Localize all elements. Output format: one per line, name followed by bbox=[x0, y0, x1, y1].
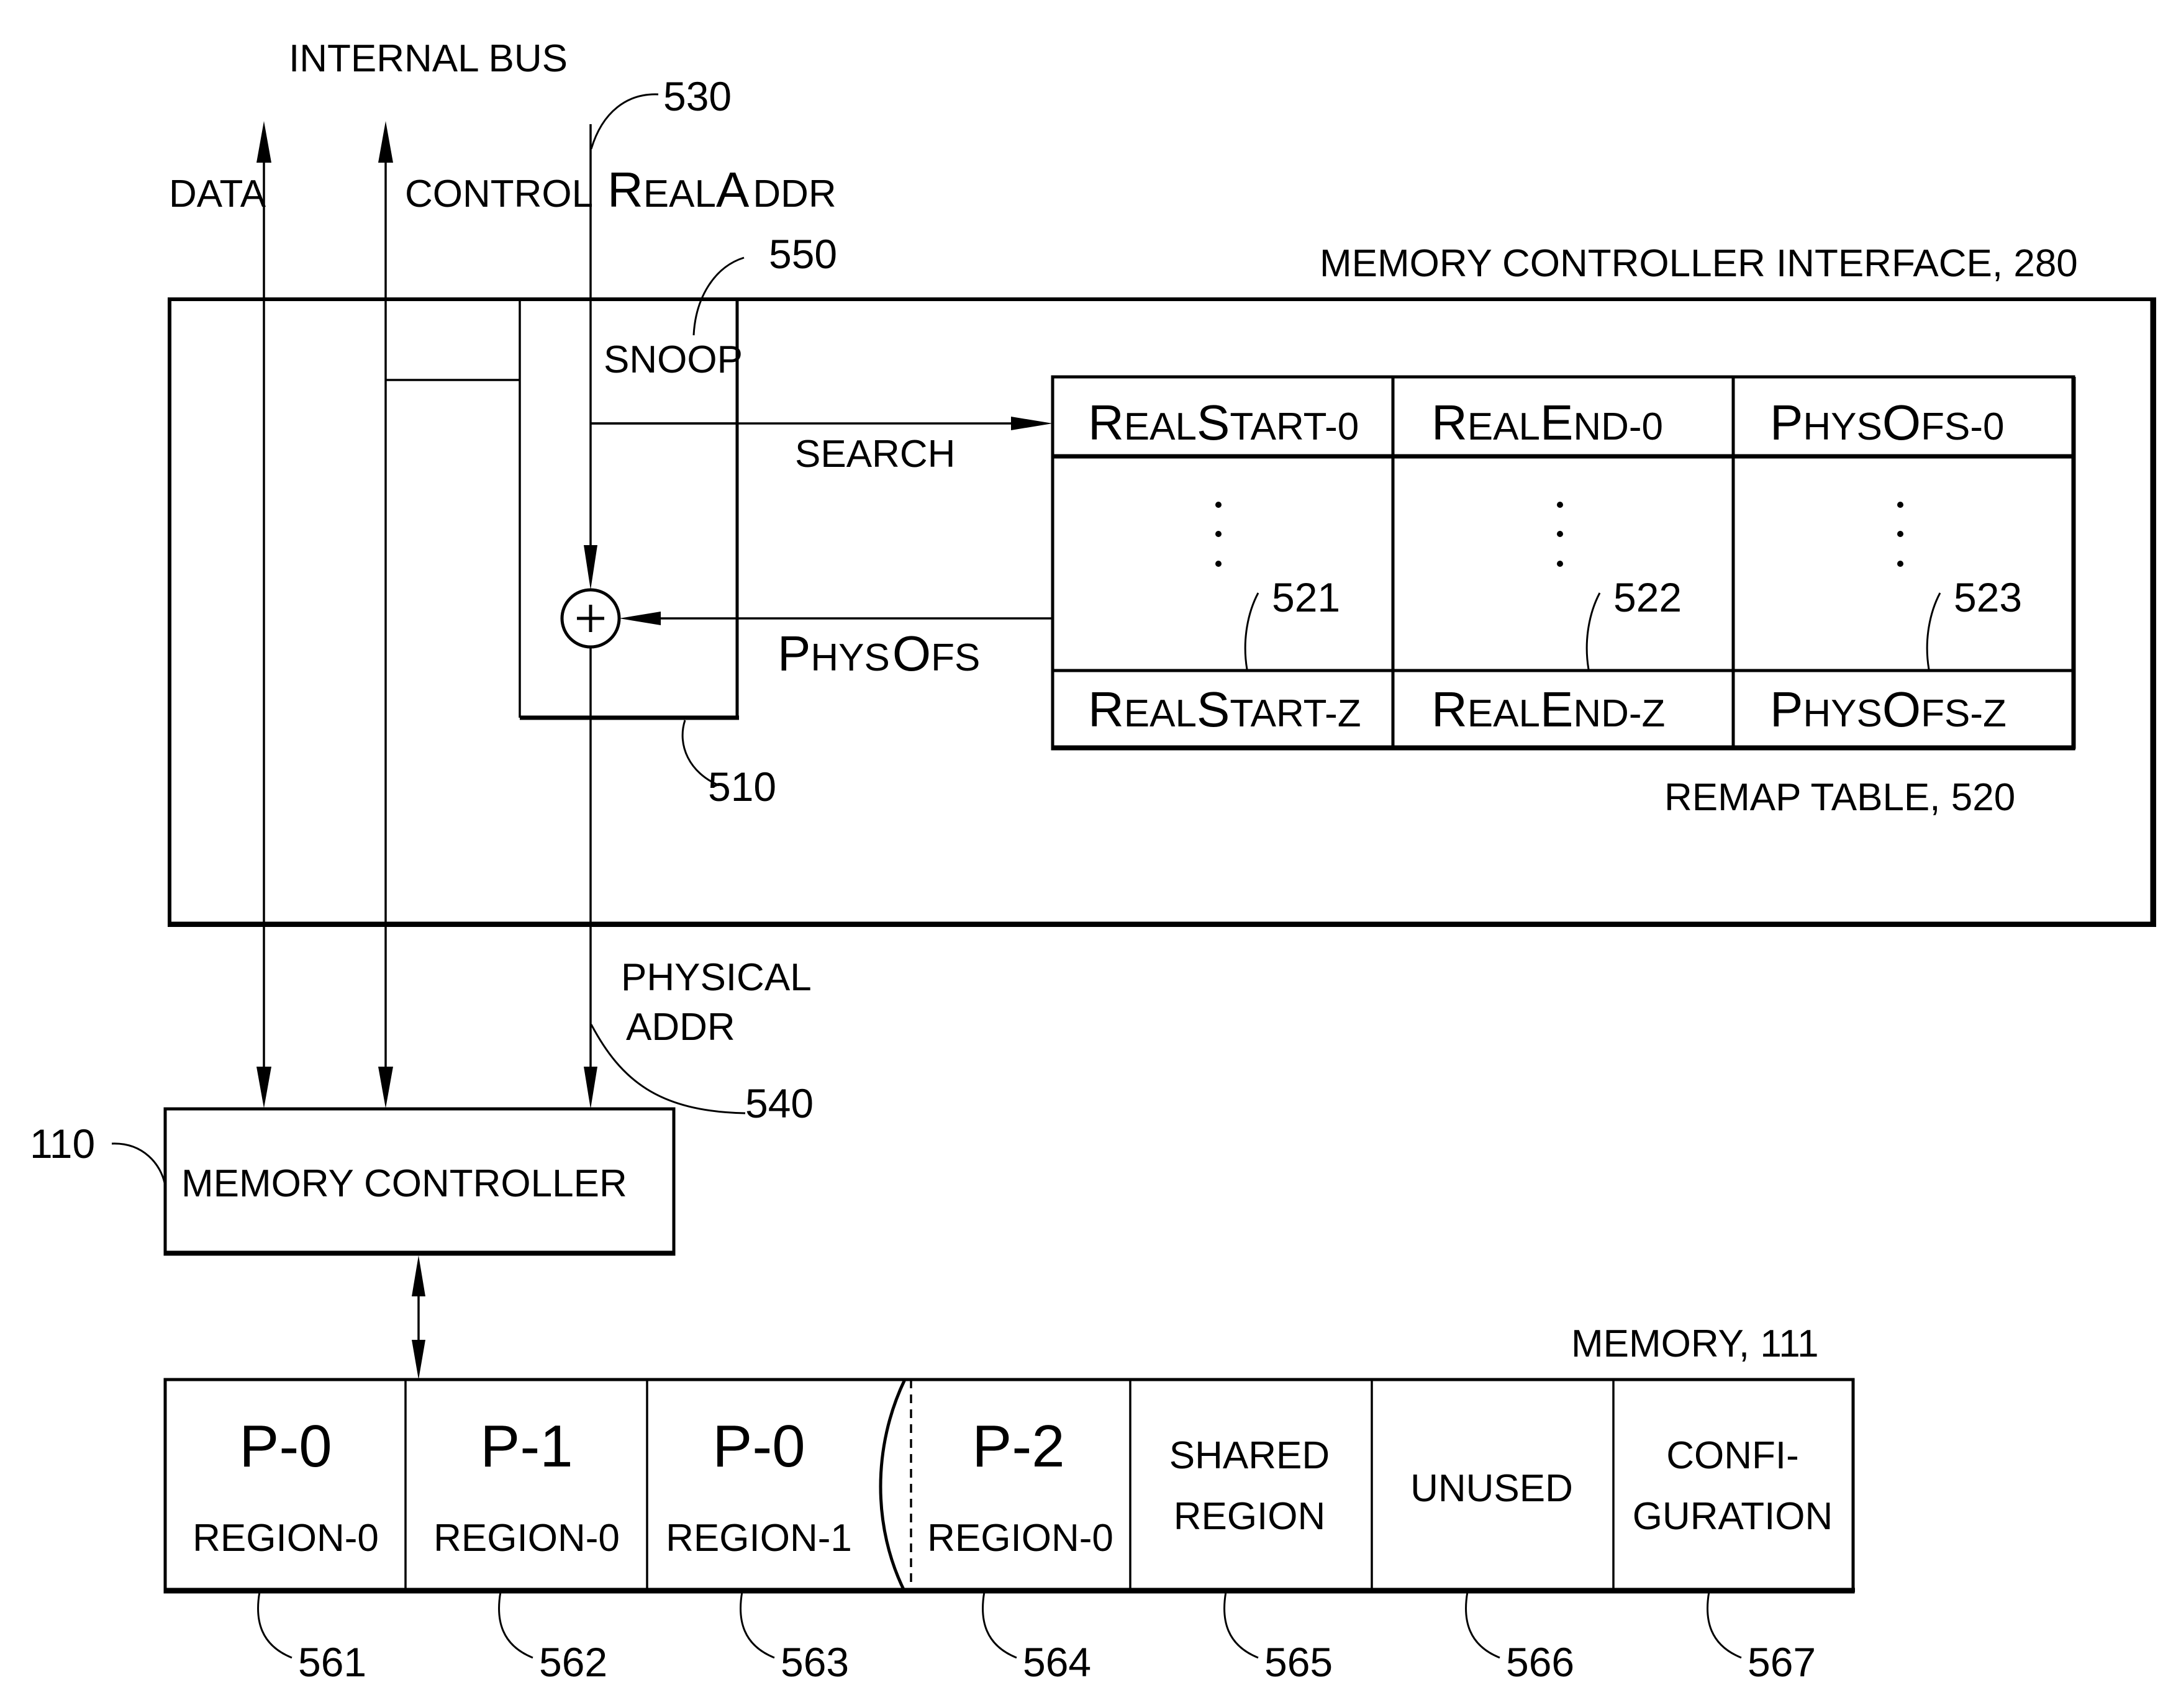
svg-text:P-0: P-0 bbox=[239, 1413, 332, 1480]
table-cell-realstart-0: REALSTART-0 bbox=[1088, 395, 1359, 450]
memory-region-565: SHARED REGION bbox=[1169, 1434, 1330, 1538]
arrow-down-icon bbox=[584, 545, 597, 590]
ref-leader-562 bbox=[498, 1591, 533, 1659]
ref-562: 562 bbox=[539, 1639, 607, 1685]
ref-leader-522 bbox=[1585, 592, 1601, 670]
svg-text:GURATION: GURATION bbox=[1633, 1495, 1833, 1538]
memory-controller-label: MEMORY CONTROLLER bbox=[181, 1162, 627, 1205]
svg-text:REGION-1: REGION-1 bbox=[666, 1517, 852, 1560]
ref-110: 110 bbox=[30, 1121, 95, 1167]
table-cell-realend-0: REALEND-0 bbox=[1431, 395, 1663, 450]
ref-566: 566 bbox=[1506, 1639, 1574, 1685]
adder bbox=[560, 588, 621, 649]
physical-addr-label-line2: ADDR bbox=[626, 1006, 735, 1049]
arrow-up-icon bbox=[256, 121, 271, 163]
table-cell-realstart-z: REALSTART-Z bbox=[1088, 682, 1361, 737]
ellipsis-icon bbox=[1557, 502, 1563, 567]
ref-530: 530 bbox=[663, 73, 732, 119]
memory-title: MEMORY, 111 bbox=[1571, 1322, 1819, 1365]
svg-text:P-2: P-2 bbox=[972, 1413, 1064, 1480]
arrow-down-icon bbox=[584, 1067, 597, 1109]
memory-region-566: UNUSED bbox=[1410, 1467, 1573, 1510]
arrow-right-icon bbox=[1011, 417, 1053, 430]
remap-table-title: REMAP TABLE, 520 bbox=[1664, 776, 2015, 819]
arrow-up-icon bbox=[378, 121, 393, 163]
svg-text:CONFI-: CONFI- bbox=[1666, 1434, 1799, 1477]
svg-text:SHARED: SHARED bbox=[1169, 1434, 1330, 1477]
svg-text:REGION-0: REGION-0 bbox=[193, 1517, 379, 1560]
svg-text:REGION: REGION bbox=[1174, 1495, 1326, 1538]
memory-region-561: P-0 REGION-0 bbox=[193, 1413, 379, 1560]
memory-region-567: CONFI- GURATION bbox=[1633, 1434, 1833, 1538]
search-label: SEARCH bbox=[795, 433, 955, 476]
table-cell-realend-z: REALEND-Z bbox=[1431, 682, 1665, 737]
memory-strip bbox=[163, 1378, 1855, 1594]
ref-leader-530 bbox=[590, 93, 659, 150]
memory-region-563: P-0 REGION-1 bbox=[666, 1413, 852, 1560]
memory-region-564: P-2 REGION-0 bbox=[927, 1413, 1113, 1560]
realaddr-label: REALADDR bbox=[607, 162, 837, 217]
svg-text:P-1: P-1 bbox=[480, 1413, 573, 1480]
ref-leader-566 bbox=[1465, 1591, 1500, 1659]
arrow-left-icon bbox=[619, 612, 661, 625]
physofs-arrow bbox=[619, 612, 1053, 625]
ref-leader-563 bbox=[740, 1591, 775, 1659]
ref-leader-110 bbox=[111, 1142, 166, 1186]
ref-564: 564 bbox=[1023, 1639, 1091, 1685]
data-label: DATA bbox=[169, 173, 266, 215]
interface-title: MEMORY CONTROLLER INTERFACE, 280 bbox=[1320, 242, 2078, 285]
ref-550: 550 bbox=[769, 231, 837, 277]
control-bus-line bbox=[378, 121, 393, 1108]
ellipsis-icon bbox=[1897, 502, 1903, 567]
interface-box bbox=[168, 297, 2156, 927]
ref-leader-567 bbox=[1707, 1591, 1742, 1659]
ref-523: 523 bbox=[1954, 574, 2022, 620]
arrow-down-icon bbox=[256, 1067, 271, 1108]
ref-540: 540 bbox=[745, 1080, 814, 1126]
physical-addr-label-line1: PHYSICAL bbox=[621, 956, 812, 999]
search-arrow bbox=[591, 417, 1053, 430]
ref-561: 561 bbox=[298, 1639, 366, 1685]
arrow-down-icon bbox=[378, 1067, 393, 1108]
svg-text:REGION-0: REGION-0 bbox=[433, 1517, 620, 1560]
memory-region-562: P-1 REGION-0 bbox=[433, 1413, 620, 1560]
svg-text:P-0: P-0 bbox=[712, 1413, 805, 1480]
region-break-curve bbox=[879, 1378, 907, 1593]
memory-controller-to-memory-line bbox=[412, 1255, 425, 1380]
ref-563: 563 bbox=[781, 1639, 849, 1685]
ref-leader-565 bbox=[1223, 1591, 1259, 1659]
data-bus-line bbox=[256, 121, 271, 1108]
memory-remap-diagram: INTERNAL BUS DATA CONTROL REALADDR 530 M… bbox=[30, 37, 2156, 1685]
table-cell-physofs-0: PHYSOFS-0 bbox=[1770, 395, 2004, 450]
svg-text:UNUSED: UNUSED bbox=[1410, 1467, 1573, 1510]
svg-text:REGION-0: REGION-0 bbox=[927, 1517, 1113, 1560]
table-cell-physofs-z: PHYSOFS-Z bbox=[1770, 682, 2006, 737]
ref-567: 567 bbox=[1748, 1639, 1816, 1685]
ref-565: 565 bbox=[1264, 1639, 1333, 1685]
snoop-label: SNOOP bbox=[604, 338, 743, 381]
ellipsis-icon bbox=[1215, 502, 1222, 567]
ref-leader-521 bbox=[1244, 592, 1259, 670]
ref-510: 510 bbox=[708, 764, 776, 810]
ref-leader-561 bbox=[257, 1591, 292, 1659]
internal-bus-title: INTERNAL BUS bbox=[289, 37, 568, 80]
physofs-label: PHYSOFS bbox=[778, 626, 980, 681]
control-label: CONTROL bbox=[405, 173, 593, 215]
ref-leader-564 bbox=[982, 1591, 1017, 1659]
arrow-down-icon bbox=[412, 1340, 425, 1380]
ref-leader-523 bbox=[1926, 592, 1941, 670]
ref-522: 522 bbox=[1613, 574, 1682, 620]
ref-521: 521 bbox=[1272, 574, 1340, 620]
arrow-up-icon bbox=[412, 1255, 425, 1296]
